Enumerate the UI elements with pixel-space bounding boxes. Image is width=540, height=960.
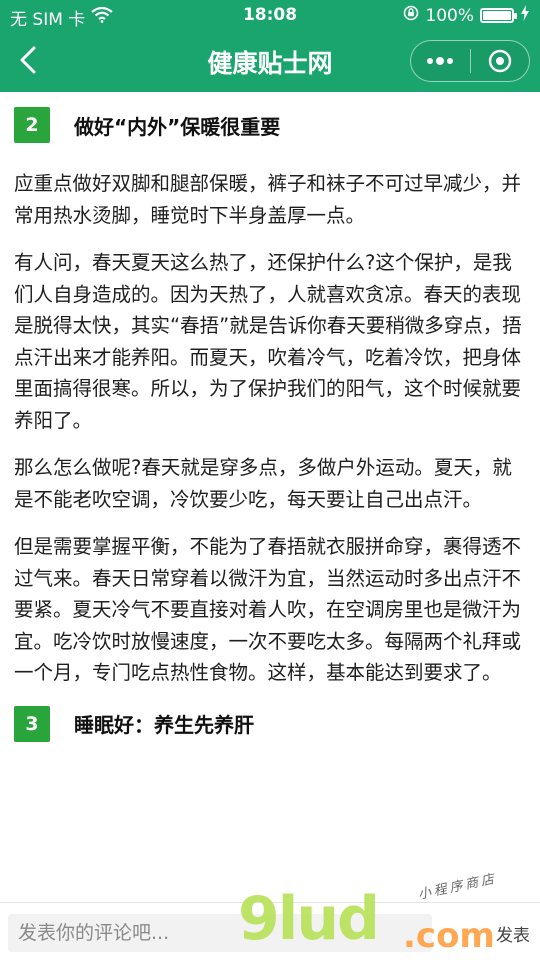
article-content: 2 做好“内外”保暖很重要 应重点做好双脚和腿部保暖，裤子和袜子不可过早减少，并… <box>14 92 526 749</box>
target-circle-icon <box>488 49 511 73</box>
close-miniprogram-button[interactable] <box>470 41 529 81</box>
more-dots-icon <box>427 57 454 65</box>
battery-fill <box>483 11 511 20</box>
paragraph: 但是需要掌握平衡，不能为了春捂就衣服拼命穿，裹得透不过气来。春天日常穿着以微汗为… <box>14 535 522 684</box>
mini-program-capsule <box>410 40 530 82</box>
section-number-badge: 3 <box>14 705 50 742</box>
comment-input[interactable] <box>8 914 432 952</box>
battery-icon <box>480 8 517 23</box>
section-number-badge: 2 <box>14 107 50 143</box>
status-right: 100% <box>403 5 530 26</box>
rotation-lock-icon <box>403 5 419 26</box>
battery-percent: 100% <box>425 5 474 26</box>
section-heading: 2 做好“内外”保暖很重要 <box>14 92 526 158</box>
paragraph: 那么怎么做呢?春天就是穿多点，多做户外运动。夏天，就是不能老吹空调，冷饮要少吃，… <box>14 456 512 511</box>
header: 无 SIM 卡 18:08 100% 健康贴士网 <box>0 0 540 92</box>
send-button[interactable]: 发表 <box>496 921 530 946</box>
nav-bar: 健康贴士网 <box>0 32 540 88</box>
more-button[interactable] <box>411 41 470 81</box>
section-heading: 3 睡眠好：养生先养肝 <box>14 699 526 749</box>
paragraph: 应重点做好双脚和腿部保暖，裤子和袜子不可过早减少，并常用热水烫脚，睡觉时下半身盖… <box>14 172 522 227</box>
watermark-subtitle: 小程序商店 <box>416 871 499 903</box>
status-bar: 无 SIM 卡 18:08 100% <box>0 0 540 32</box>
section-title: 做好“内外”保暖很重要 <box>74 114 281 139</box>
section-title: 睡眠好：养生先养肝 <box>74 713 254 737</box>
paragraph: 有人问，春天夏天这么热了，还保护什么?这个保护，是我们人自身造成的。因为天热了，… <box>14 251 522 432</box>
comment-bar: 发表 <box>0 902 540 960</box>
charging-icon <box>520 5 530 26</box>
